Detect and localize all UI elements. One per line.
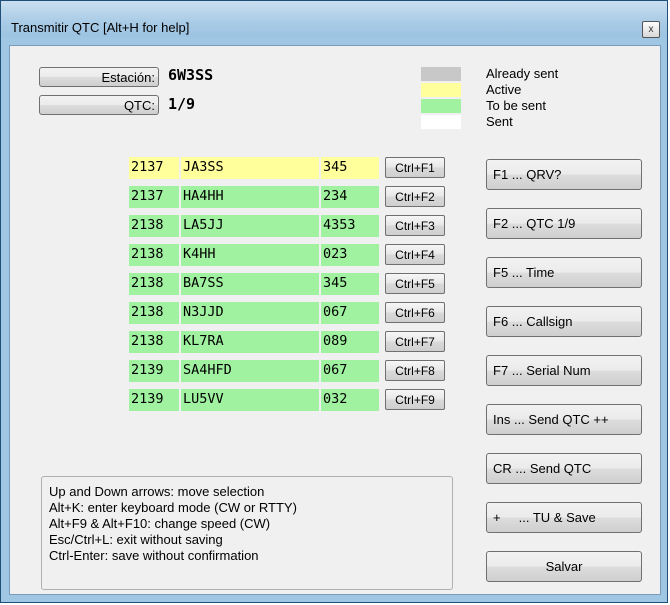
send-row-hotkey-button[interactable]: Ctrl+F4 <box>385 244 445 265</box>
help-text-line: Alt+F9 & Alt+F10: change speed (CW) <box>49 516 271 531</box>
qtc-serial-cell[interactable]: 234 <box>321 186 379 208</box>
qtc-serial-cell[interactable]: 345 <box>321 273 379 295</box>
help-text-line: Ctrl-Enter: save without confirmation <box>49 548 259 563</box>
serial-num-button[interactable]: F7 ... Serial Num <box>486 355 642 386</box>
qtc-time-cell[interactable]: 2139 <box>129 389 179 411</box>
qtc-serial-cell[interactable]: 032 <box>321 389 379 411</box>
tu-save-button[interactable]: + ... TU & Save <box>486 502 642 533</box>
keyboard-help-box: Up and Down arrows: move selection Alt+K:… <box>41 476 453 590</box>
legend-label: To be sent <box>486 98 546 113</box>
qtc-time-cell[interactable]: 2138 <box>129 215 179 237</box>
qtc-callsign-cell[interactable]: N3JJD <box>181 302 319 324</box>
send-row-hotkey-button[interactable]: Ctrl+F3 <box>385 215 445 236</box>
qtc-button[interactable]: F2 ... QTC 1/9 <box>486 208 642 239</box>
qtc-callsign-cell[interactable]: JA3SS <box>181 157 319 179</box>
qtc-callsign-cell[interactable]: LA5JJ <box>181 215 319 237</box>
send-row-hotkey-button[interactable]: Ctrl+F9 <box>385 389 445 410</box>
qtc-serial-cell[interactable]: 089 <box>321 331 379 353</box>
qtc-counter: 1/9 <box>168 95 196 113</box>
qtc-callsign-cell[interactable]: HA4HH <box>181 186 319 208</box>
send-row-hotkey-button[interactable]: Ctrl+F1 <box>385 157 445 178</box>
send-row-hotkey-button[interactable]: Ctrl+F5 <box>385 273 445 294</box>
save-button[interactable]: Salvar <box>486 551 642 582</box>
qtc-callsign-cell[interactable]: K4HH <box>181 244 319 266</box>
send-qtc-plus-button[interactable]: Ins ... Send QTC ++ <box>486 404 642 435</box>
legend-swatch <box>421 115 461 129</box>
station-label-button[interactable]: Estación: <box>39 67 159 87</box>
qtc-serial-cell[interactable]: 067 <box>321 302 379 324</box>
send-row-hotkey-button[interactable]: Ctrl+F6 <box>385 302 445 323</box>
send-row-hotkey-button[interactable]: Ctrl+F7 <box>385 331 445 352</box>
qtc-label-button[interactable]: QTC: <box>39 95 159 115</box>
send-row-hotkey-button[interactable]: Ctrl+F8 <box>385 360 445 381</box>
help-text-line: Up and Down arrows: move selection <box>49 484 265 499</box>
legend-label: Already sent <box>486 66 559 81</box>
help-text-line: Alt+K: enter keyboard mode (CW or RTTY) <box>49 500 297 515</box>
qtc-time-cell[interactable]: 2138 <box>129 331 179 353</box>
title-bar[interactable]: Transmitir QTC [Alt+H for help] x <box>1 1 667 38</box>
qtc-callsign-cell[interactable]: LU5VV <box>181 389 319 411</box>
send-row-hotkey-button[interactable]: Ctrl+F2 <box>385 186 445 207</box>
qtc-time-cell[interactable]: 2138 <box>129 273 179 295</box>
qtc-time-cell[interactable]: 2137 <box>129 157 179 179</box>
qtc-serial-cell[interactable]: 345 <box>321 157 379 179</box>
qrv-button[interactable]: F1 ... QRV? <box>486 159 642 190</box>
qtc-time-cell[interactable]: 2138 <box>129 244 179 266</box>
qtc-serial-cell[interactable]: 023 <box>321 244 379 266</box>
legend-label: Sent <box>486 114 513 129</box>
qtc-callsign-cell[interactable]: BA7SS <box>181 273 319 295</box>
time-button[interactable]: F5 ... Time <box>486 257 642 288</box>
window-title: Transmitir QTC [Alt+H for help] <box>11 20 190 35</box>
qtc-serial-cell[interactable]: 067 <box>321 360 379 382</box>
qtc-callsign-cell[interactable]: KL7RA <box>181 331 319 353</box>
help-text-line: Esc/Ctrl+L: exit without saving <box>49 532 223 547</box>
legend-swatch <box>421 99 461 113</box>
legend-label: Active <box>486 82 522 97</box>
qtc-time-cell[interactable]: 2138 <box>129 302 179 324</box>
callsign-button[interactable]: F6 ... Callsign <box>486 306 642 337</box>
legend-swatch <box>421 83 461 97</box>
qtc-time-cell[interactable]: 2139 <box>129 360 179 382</box>
close-icon[interactable]: x <box>642 21 660 38</box>
legend-swatch <box>421 67 461 81</box>
dialog-body: Estación: 6W3SS QTC: 1/9 Already sent Act… <box>9 45 661 595</box>
qtc-serial-cell[interactable]: 4353 <box>321 215 379 237</box>
station-callsign: 6W3SS <box>168 66 214 84</box>
qtc-callsign-cell[interactable]: SA4HFD <box>181 360 319 382</box>
qtc-dialog-window: Transmitir QTC [Alt+H for help] x Estaci… <box>0 0 668 603</box>
qtc-time-cell[interactable]: 2137 <box>129 186 179 208</box>
send-qtc-button[interactable]: CR ... Send QTC <box>486 453 642 484</box>
